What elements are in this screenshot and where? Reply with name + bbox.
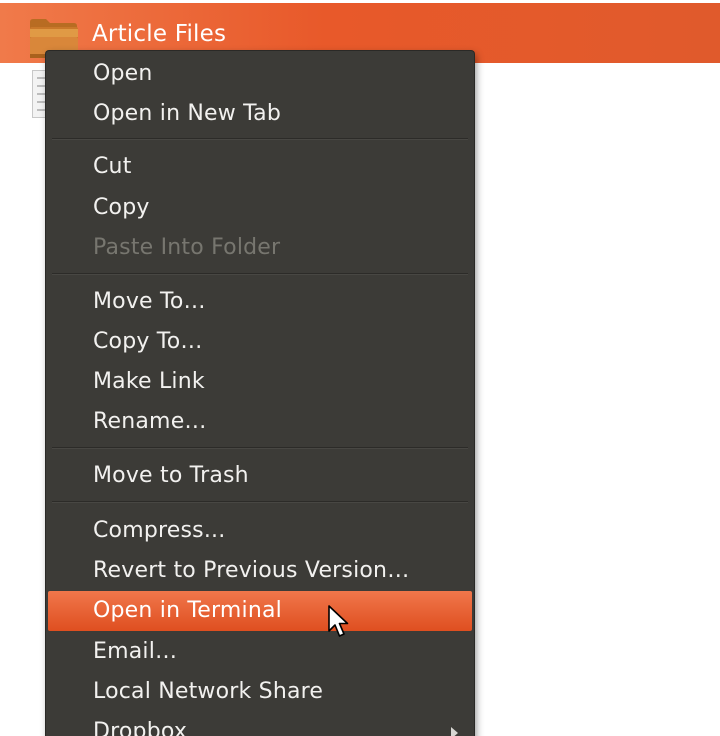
menu-item-open-new-tab[interactable]: Open in New Tab (48, 94, 472, 134)
menu-item-make-link[interactable]: Make Link (48, 362, 472, 402)
menu-item-cut[interactable]: Cut (48, 147, 472, 187)
mouse-pointer-icon (328, 605, 349, 637)
menu-separator (52, 273, 468, 274)
menu-item-move-to-trash[interactable]: Move to Trash (48, 456, 472, 496)
context-menu: Open Open in New Tab Cut Copy Paste Into… (46, 51, 474, 736)
menu-item-open[interactable]: Open (48, 54, 472, 94)
menu-item-copy[interactable]: Copy (48, 188, 472, 228)
menu-item-move-to[interactable]: Move To… (48, 282, 472, 322)
file-manager-view: Article Files Open Open in New Tab Cut C… (0, 0, 720, 736)
menu-item-dropbox[interactable]: Dropbox (48, 712, 472, 736)
menu-separator (52, 501, 468, 502)
menu-separator (52, 447, 468, 448)
menu-item-compress[interactable]: Compress... (48, 511, 472, 551)
menu-item-dropbox-label: Dropbox (93, 719, 188, 736)
chevron-right-icon (451, 727, 458, 736)
file-name-label: Article Files (92, 21, 227, 47)
menu-item-open-in-terminal[interactable]: Open in Terminal (48, 591, 472, 631)
menu-item-copy-to[interactable]: Copy To… (48, 322, 472, 362)
menu-separator (52, 138, 468, 139)
menu-item-rename[interactable]: Rename… (48, 402, 472, 442)
menu-item-email[interactable]: Email… (48, 632, 472, 672)
menu-item-paste-into-folder: Paste Into Folder (93, 235, 281, 260)
menu-item-revert[interactable]: Revert to Previous Version… (48, 551, 472, 591)
menu-item-local-network-share[interactable]: Local Network Share (48, 672, 472, 712)
